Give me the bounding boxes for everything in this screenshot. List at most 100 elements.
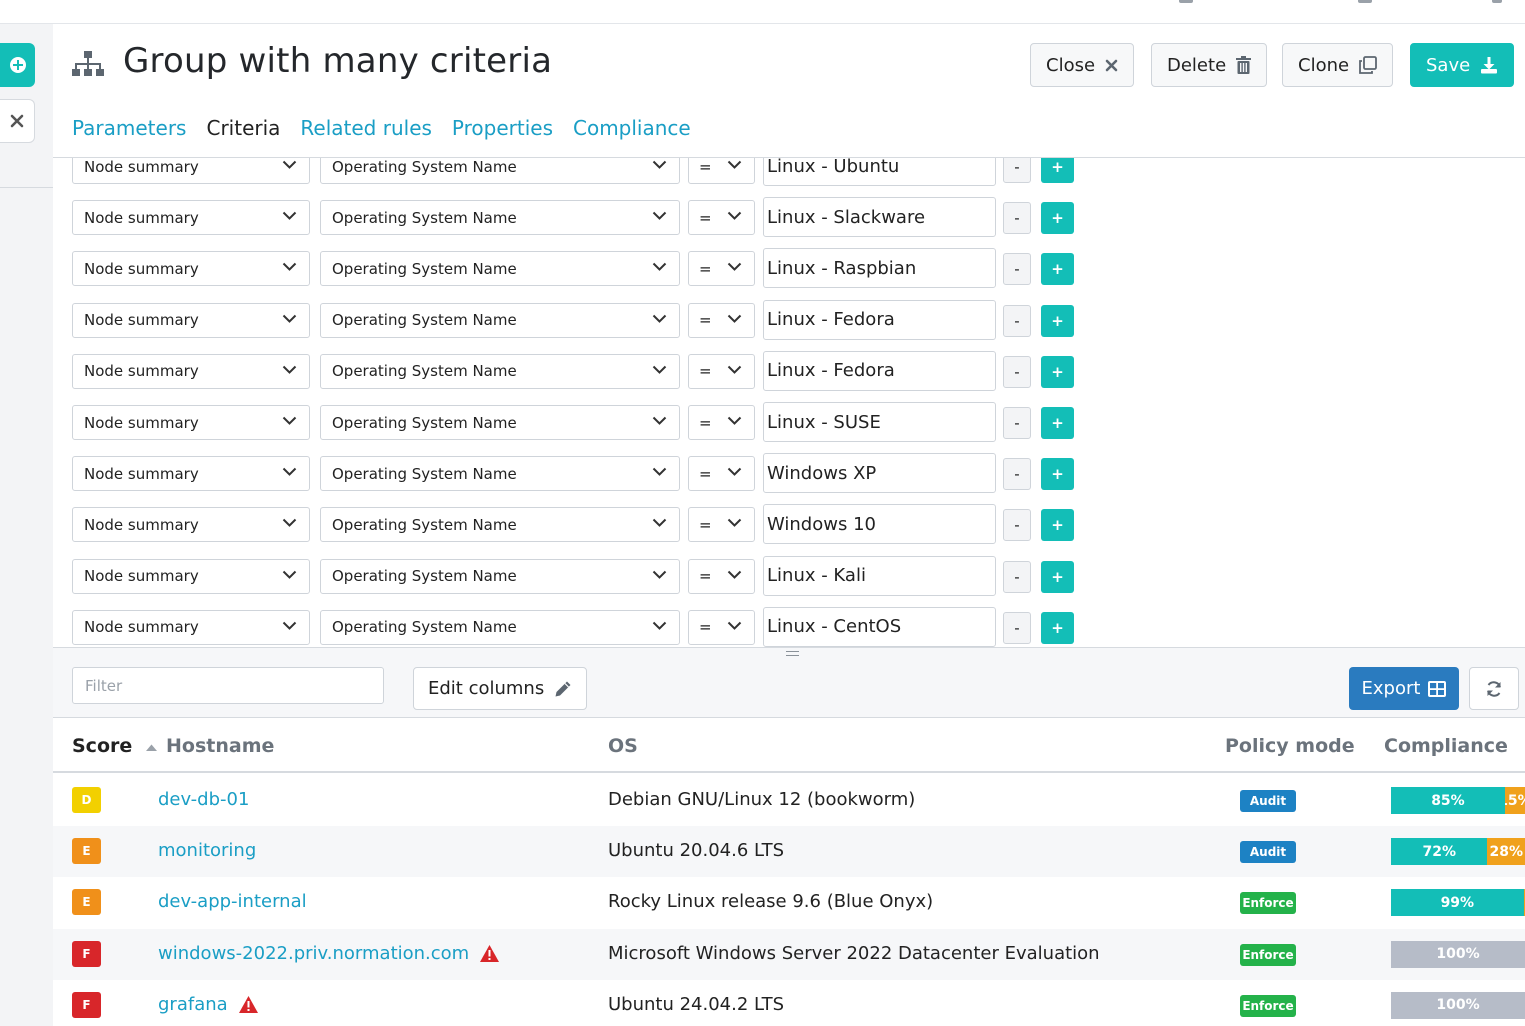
criterion-value-input[interactable]: Linux - SUSE	[763, 402, 996, 442]
compliance-bar[interactable]: 100%	[1391, 991, 1525, 1019]
table-row[interactable]: Emonitoring Ubuntu 20.04.6 LTS Audit 72% 28%	[53, 826, 1525, 878]
add-button[interactable]	[0, 43, 35, 87]
hostname-link[interactable]: monitoring	[158, 840, 256, 861]
attribute-select[interactable]: Operating System Name	[320, 353, 680, 389]
topbar-icon-fragment[interactable]	[1492, 0, 1502, 3]
hostname-link[interactable]: dev-app-internal	[158, 891, 307, 912]
object-select[interactable]: Node summary	[72, 405, 310, 440]
criterion-value-input[interactable]: Windows 10	[763, 504, 996, 545]
criterion-value-input[interactable]: Linux - Fedora	[763, 350, 996, 391]
column-header-compliance[interactable]: Compliance	[1384, 735, 1508, 757]
topbar-icon-fragment[interactable]	[1179, 0, 1193, 3]
export-button[interactable]: Export	[1349, 667, 1459, 710]
object-select[interactable]: Node summary	[72, 558, 310, 594]
remove-criterion-button[interactable]: -	[1003, 407, 1031, 439]
add-criterion-button[interactable]: +	[1041, 611, 1074, 644]
table-row[interactable]: Ddev-db-01 Debian GNU/Linux 12 (bookworm)…	[53, 775, 1525, 826]
clone-button[interactable]: Clone	[1282, 43, 1394, 87]
remove-criterion-button[interactable]: -	[1003, 458, 1031, 491]
remove-criterion-button[interactable]: -	[1003, 158, 1031, 183]
object-select[interactable]: Node summary	[72, 609, 310, 645]
attribute-select[interactable]: Operating System Name	[320, 609, 680, 645]
criterion-value-input[interactable]: Linux - Slackware	[763, 197, 996, 238]
add-criterion-button[interactable]: +	[1041, 202, 1074, 235]
remove-criterion-button[interactable]: -	[1003, 560, 1031, 593]
delete-button[interactable]: Delete	[1151, 43, 1268, 87]
remove-criterion-button[interactable]: -	[1003, 611, 1031, 644]
filter-input[interactable]	[72, 667, 384, 704]
save-button[interactable]: Save	[1410, 43, 1515, 87]
add-criterion-button[interactable]: +	[1041, 458, 1074, 491]
remove-criterion-button[interactable]: -	[1003, 253, 1031, 286]
close-panel-button[interactable]	[0, 99, 35, 143]
splitter-grip-icon[interactable]	[786, 651, 799, 659]
tab-compliance[interactable]: Compliance	[573, 116, 691, 158]
column-header-policy-mode[interactable]: Policy mode	[1225, 735, 1355, 757]
comparator-select[interactable]: =	[688, 251, 755, 287]
object-select[interactable]: Node summary	[72, 353, 310, 389]
edit-columns-button[interactable]: Edit columns	[413, 667, 588, 710]
table-row[interactable]: Fwindows-2022.priv.normation.com Microsof…	[53, 928, 1525, 980]
criterion-value-input[interactable]: Linux - Fedora	[763, 299, 996, 340]
hostname-link[interactable]: dev-db-01	[158, 789, 249, 810]
attribute-select[interactable]: Operating System Name	[320, 405, 680, 440]
table-row[interactable]: Edev-app-internal Rocky Linux release 9.6…	[53, 877, 1525, 928]
criterion-value-input[interactable]: Linux - Ubuntu	[763, 158, 996, 186]
hostname-link[interactable]: grafana	[158, 994, 259, 1015]
remove-criterion-button[interactable]: -	[1003, 304, 1031, 337]
object-select[interactable]: Node summary	[72, 507, 310, 543]
tab-parameters[interactable]: Parameters	[72, 116, 186, 158]
criterion-value-input[interactable]: Linux - CentOS	[763, 606, 996, 647]
comparator-select[interactable]: =	[688, 158, 755, 184]
remove-criterion-button[interactable]: -	[1003, 509, 1031, 542]
attribute-select[interactable]: Operating System Name	[320, 200, 680, 236]
tab-related-rules[interactable]: Related rules	[300, 116, 432, 158]
comparator-select[interactable]: =	[688, 558, 755, 594]
topbar-icon-fragment[interactable]	[1358, 0, 1372, 3]
criterion-value-input[interactable]: Windows XP	[763, 453, 996, 494]
attribute-select[interactable]: Operating System Name	[320, 558, 680, 594]
remove-criterion-button[interactable]: -	[1003, 202, 1031, 235]
attribute-select[interactable]: Operating System Name	[320, 456, 680, 492]
add-criterion-button[interactable]: +	[1041, 355, 1074, 388]
compliance-bar[interactable]: 100%	[1391, 940, 1525, 968]
add-criterion-button[interactable]: +	[1041, 509, 1074, 542]
comparator-select[interactable]: =	[688, 353, 755, 389]
object-select[interactable]: Node summary	[72, 302, 310, 338]
object-select[interactable]: Node summary	[72, 200, 310, 236]
add-criterion-button[interactable]: +	[1041, 560, 1074, 593]
criterion-value-input[interactable]: Linux - Kali	[763, 555, 996, 596]
close-button[interactable]: Close	[1030, 43, 1135, 87]
hostname-link[interactable]: windows-2022.priv.normation.com	[158, 943, 500, 964]
object-select[interactable]: Node summary	[72, 158, 310, 184]
column-header-hostname[interactable]: Hostname	[166, 735, 274, 757]
object-select[interactable]: Node summary	[72, 251, 310, 287]
column-header-os[interactable]: OS	[608, 735, 638, 757]
compliance-bar[interactable]: 72% 28%	[1391, 838, 1525, 866]
tab-properties[interactable]: Properties	[452, 116, 553, 158]
column-header-score[interactable]: Score	[72, 735, 158, 757]
add-criterion-button[interactable]: +	[1041, 407, 1074, 439]
comparator-select[interactable]: =	[688, 456, 755, 492]
criteria-list[interactable]: Node summary Operating System Name = Linux …	[53, 158, 1525, 648]
refresh-button[interactable]	[1469, 667, 1519, 710]
table-row[interactable]: Fgrafana Ubuntu 24.04.2 LTS Enforce 100%	[53, 980, 1525, 1026]
attribute-select[interactable]: Operating System Name	[320, 158, 680, 184]
comparator-select[interactable]: =	[688, 405, 755, 440]
add-criterion-button[interactable]: +	[1041, 158, 1074, 183]
attribute-select[interactable]: Operating System Name	[320, 302, 680, 338]
comparator-select[interactable]: =	[688, 609, 755, 645]
attribute-select[interactable]: Operating System Name	[320, 251, 680, 287]
attribute-select[interactable]: Operating System Name	[320, 507, 680, 543]
object-select[interactable]: Node summary	[72, 456, 310, 492]
comparator-select[interactable]: =	[688, 507, 755, 543]
comparator-select[interactable]: =	[688, 302, 755, 338]
comparator-select[interactable]: =	[688, 200, 755, 236]
compliance-bar[interactable]: 85%15%	[1391, 787, 1525, 814]
remove-criterion-button[interactable]: -	[1003, 355, 1031, 388]
criterion-value-input[interactable]: Linux - Raspbian	[763, 248, 996, 289]
add-criterion-button[interactable]: +	[1041, 253, 1074, 286]
add-criterion-button[interactable]: +	[1041, 304, 1074, 337]
compliance-bar[interactable]: 99%	[1391, 889, 1525, 917]
tab-criteria[interactable]: Criteria	[206, 116, 280, 166]
